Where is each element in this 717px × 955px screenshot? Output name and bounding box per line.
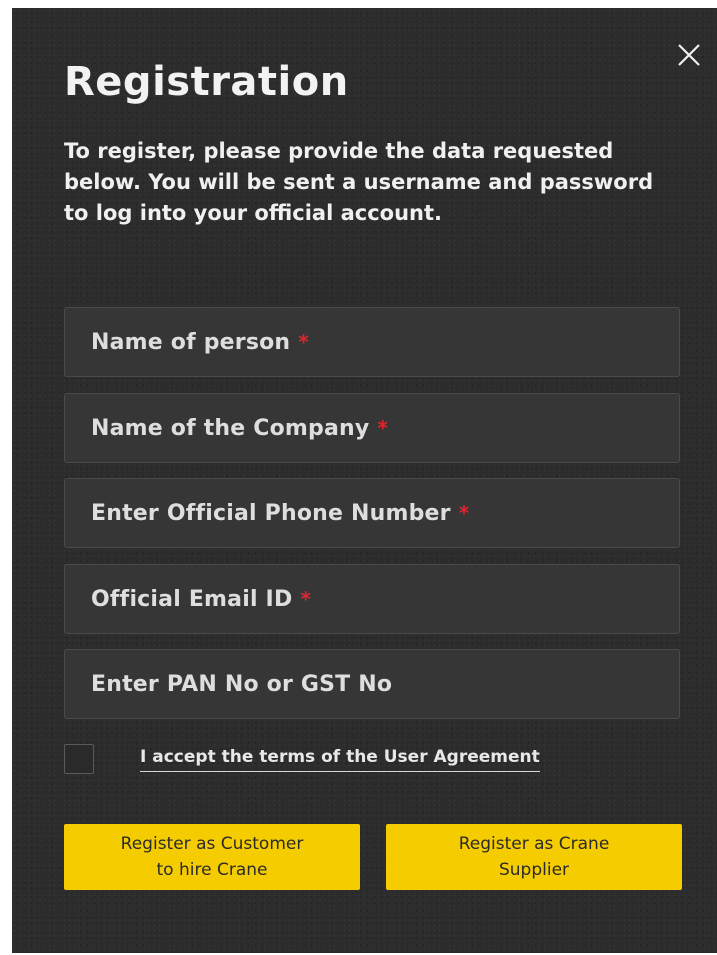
pan-gst-field[interactable]: Enter PAN No or GST No [64,649,680,719]
phone-placeholder: Enter Official Phone Number [91,500,451,526]
email-placeholder: Official Email ID [91,586,293,612]
person-name-placeholder: Name of person [91,329,291,355]
required-mark: * [458,501,470,525]
required-mark: * [298,330,309,354]
email-field[interactable]: Official Email ID * [64,564,680,634]
person-name-field[interactable]: Name of person * [64,307,680,377]
company-name-placeholder: Name of the Company [91,415,370,441]
phone-field[interactable]: Enter Official Phone Number * [64,478,680,548]
register-supplier-button[interactable]: Register as Crane Supplier [386,824,682,890]
pan-gst-placeholder: Enter PAN No or GST No [91,671,393,697]
modal-title: Registration [64,59,349,105]
register-customer-label: Register as Customer to hire Crane [120,834,304,880]
company-name-field[interactable]: Name of the Company * [64,393,680,463]
required-mark: * [300,587,311,611]
register-supplier-label: Register as Crane Supplier [458,834,610,880]
registration-modal: Registration To register, please provide… [12,8,717,953]
agreement-checkbox[interactable] [64,744,94,774]
register-customer-button[interactable]: Register as Customer to hire Crane [64,824,360,890]
close-icon[interactable] [676,42,702,68]
intro-text: To register, please provide the data req… [64,139,654,225]
user-agreement-link[interactable]: I accept the terms of the User Agreement [140,747,540,772]
required-mark: * [377,416,388,440]
